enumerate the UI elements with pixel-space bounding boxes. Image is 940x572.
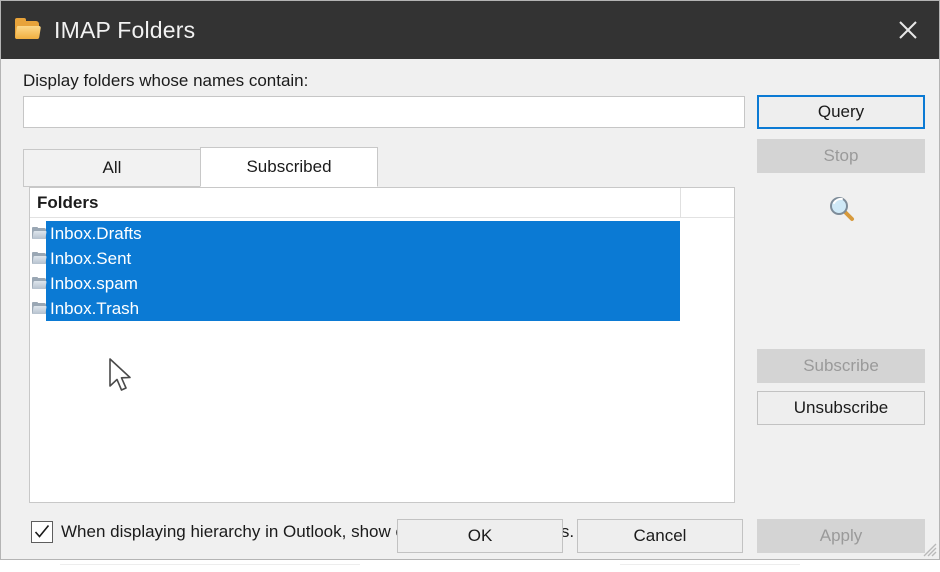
resize-grip[interactable] (921, 541, 937, 557)
list-header: Folders (30, 188, 734, 218)
tab-all[interactable]: All (23, 149, 201, 187)
folder-list: Inbox.Drafts Inbox.Sent Inbox.spam Inbox… (30, 218, 734, 391)
subscribe-button-label: Subscribe (803, 356, 879, 375)
filter-input[interactable] (23, 96, 745, 128)
stop-button-label: Stop (823, 146, 859, 165)
ok-button[interactable]: OK (397, 519, 563, 553)
stop-button: Stop (757, 139, 925, 173)
folder-icon (32, 302, 47, 315)
folder-icon (32, 227, 47, 240)
list-item-label: Inbox.Drafts (50, 223, 142, 243)
apply-button: Apply (757, 519, 925, 553)
imap-folders-dialog: IMAP Folders Display folders whose names… (0, 0, 940, 560)
apply-button-label: Apply (819, 526, 863, 545)
folder-list-panel[interactable]: Folders Inbox.Drafts Inbox.Sent Inbox.sp… (29, 187, 735, 503)
cancel-button[interactable]: Cancel (577, 519, 743, 553)
title-bar: IMAP Folders (1, 1, 939, 59)
subscribe-button: Subscribe (757, 349, 925, 383)
list-item[interactable]: Inbox.spam (30, 271, 734, 296)
list-item[interactable]: Inbox.Drafts (30, 221, 734, 246)
column-header-folders: Folders (37, 193, 99, 212)
list-item-label: Inbox.Sent (50, 248, 132, 268)
query-button-label: Query (817, 102, 865, 121)
folder-icon (32, 252, 47, 265)
folder-icon (14, 18, 42, 42)
column-divider[interactable] (680, 188, 681, 218)
list-item[interactable]: Inbox.Sent (30, 246, 734, 271)
list-item[interactable]: Inbox.Trash (30, 296, 734, 321)
window-title: IMAP Folders (54, 16, 196, 43)
magnifier-icon (827, 194, 857, 224)
unsubscribe-button-label: Unsubscribe (793, 398, 889, 417)
tab-subscribed-label: Subscribed (246, 157, 332, 176)
dialog-body: Display folders whose names contain: All… (1, 59, 939, 559)
query-button[interactable]: Query (757, 95, 925, 129)
subscribed-only-checkbox[interactable] (31, 521, 53, 543)
close-icon[interactable] (877, 1, 939, 59)
list-item-label: Inbox.Trash (50, 298, 140, 318)
tab-all-label: All (102, 158, 122, 177)
tabstrip: All Subscribed (23, 147, 745, 187)
folder-icon (32, 277, 47, 290)
list-item-label: Inbox.spam (50, 273, 138, 293)
tab-subscribed[interactable]: Subscribed (200, 147, 378, 187)
ok-button-label: OK (467, 526, 493, 545)
cancel-button-label: Cancel (633, 526, 687, 545)
unsubscribe-button[interactable]: Unsubscribe (757, 391, 925, 425)
filter-label: Display folders whose names contain: (23, 71, 309, 90)
background-strip (0, 560, 940, 572)
mouse-cursor (108, 358, 138, 403)
